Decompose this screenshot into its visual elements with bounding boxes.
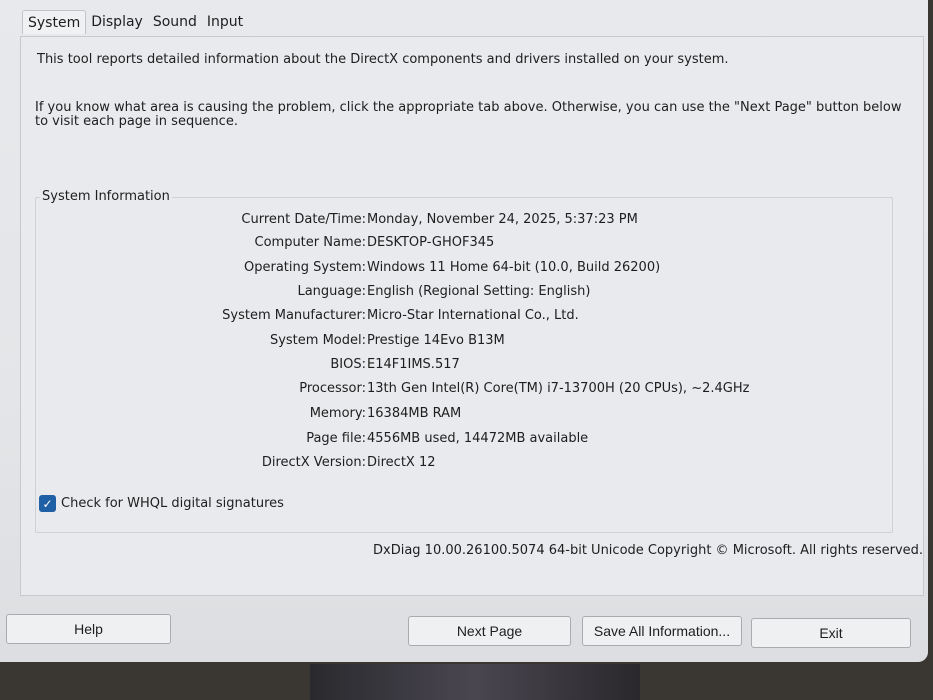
dxdiag-window: System Display Sound Input This tool rep… — [0, 0, 928, 662]
info-value: Monday, November 24, 2025, 5:37:23 PM — [367, 212, 638, 227]
intro-text-2: If you know what area is causing the pro… — [35, 100, 902, 129]
info-label: Page file: — [306, 431, 366, 446]
info-row-directx-version: DirectX Version: DirectX 12 — [36, 455, 876, 477]
info-row-processor: Processor: 13th Gen Intel(R) Core(TM) i7… — [36, 381, 876, 403]
help-button[interactable]: Help — [6, 614, 171, 644]
info-value: E14F1IMS.517 — [367, 357, 460, 372]
info-value: 16384MB RAM — [367, 406, 462, 421]
info-value: 4556MB used, 14472MB available — [367, 431, 589, 446]
system-information-group: System Information Current Date/Time: Mo… — [35, 189, 893, 533]
info-value: Micro-Star International Co., Ltd. — [367, 308, 579, 323]
copyright-text: DxDiag 10.00.26100.5074 64-bit Unicode C… — [373, 543, 924, 558]
checkmark-icon: ✓ — [42, 496, 53, 511]
group-title: System Information — [40, 189, 172, 204]
whql-checkbox-label[interactable]: Check for WHQL digital signatures — [61, 496, 284, 511]
exit-button[interactable]: Exit — [751, 618, 911, 648]
info-label: System Model: — [269, 333, 366, 348]
info-row-bios: BIOS: E14F1IMS.517 — [36, 357, 876, 379]
info-label: DirectX Version: — [261, 455, 366, 470]
tab-display[interactable]: Display — [86, 10, 148, 34]
info-label: Computer Name: — [254, 235, 367, 250]
info-row-model: System Model: Prestige 14Evo B13M — [36, 333, 876, 355]
info-row-datetime: Current Date/Time: Monday, November 24, … — [36, 212, 876, 234]
tab-input[interactable]: Input — [202, 10, 248, 34]
info-row-memory: Memory: 16384MB RAM — [36, 406, 876, 428]
tab-bar: System Display Sound Input — [22, 10, 248, 34]
info-value: Windows 11 Home 64-bit (10.0, Build 2620… — [367, 260, 661, 275]
info-row-computer-name: Computer Name: DESKTOP-GHOF345 — [36, 235, 876, 257]
info-value: DESKTOP-GHOF345 — [367, 235, 495, 250]
info-value: 13th Gen Intel(R) Core(TM) i7-13700H (20… — [367, 381, 750, 396]
info-label: Memory: — [309, 406, 366, 421]
whql-checkbox[interactable]: ✓ — [39, 495, 56, 512]
desktop-background — [310, 664, 640, 700]
info-label: Current Date/Time: — [241, 212, 366, 227]
info-row-language: Language: English (Regional Setting: Eng… — [36, 284, 876, 306]
info-row-page-file: Page file: 4556MB used, 14472MB availabl… — [36, 431, 876, 453]
info-label: Operating System: — [244, 260, 366, 275]
info-row-os: Operating System: Windows 11 Home 64-bit… — [36, 260, 876, 282]
whql-checkbox-row[interactable]: ✓ Check for WHQL digital signatures — [39, 495, 284, 512]
info-label: System Manufacturer: — [222, 308, 366, 323]
tab-system[interactable]: System — [22, 10, 87, 34]
tab-sound[interactable]: Sound — [148, 10, 202, 34]
info-label: Processor: — [299, 381, 366, 396]
info-label: BIOS: — [330, 357, 366, 372]
info-label: Language: — [297, 284, 366, 299]
system-tab-panel: This tool reports detailed information a… — [20, 36, 924, 596]
next-page-button[interactable]: Next Page — [408, 616, 571, 646]
info-row-manufacturer: System Manufacturer: Micro-Star Internat… — [36, 308, 876, 330]
info-value: DirectX 12 — [367, 455, 436, 470]
save-all-information-button[interactable]: Save All Information... — [582, 616, 742, 646]
info-value: Prestige 14Evo B13M — [367, 333, 505, 348]
info-value: English (Regional Setting: English) — [367, 284, 591, 299]
intro-text-1: This tool reports detailed information a… — [37, 52, 729, 67]
